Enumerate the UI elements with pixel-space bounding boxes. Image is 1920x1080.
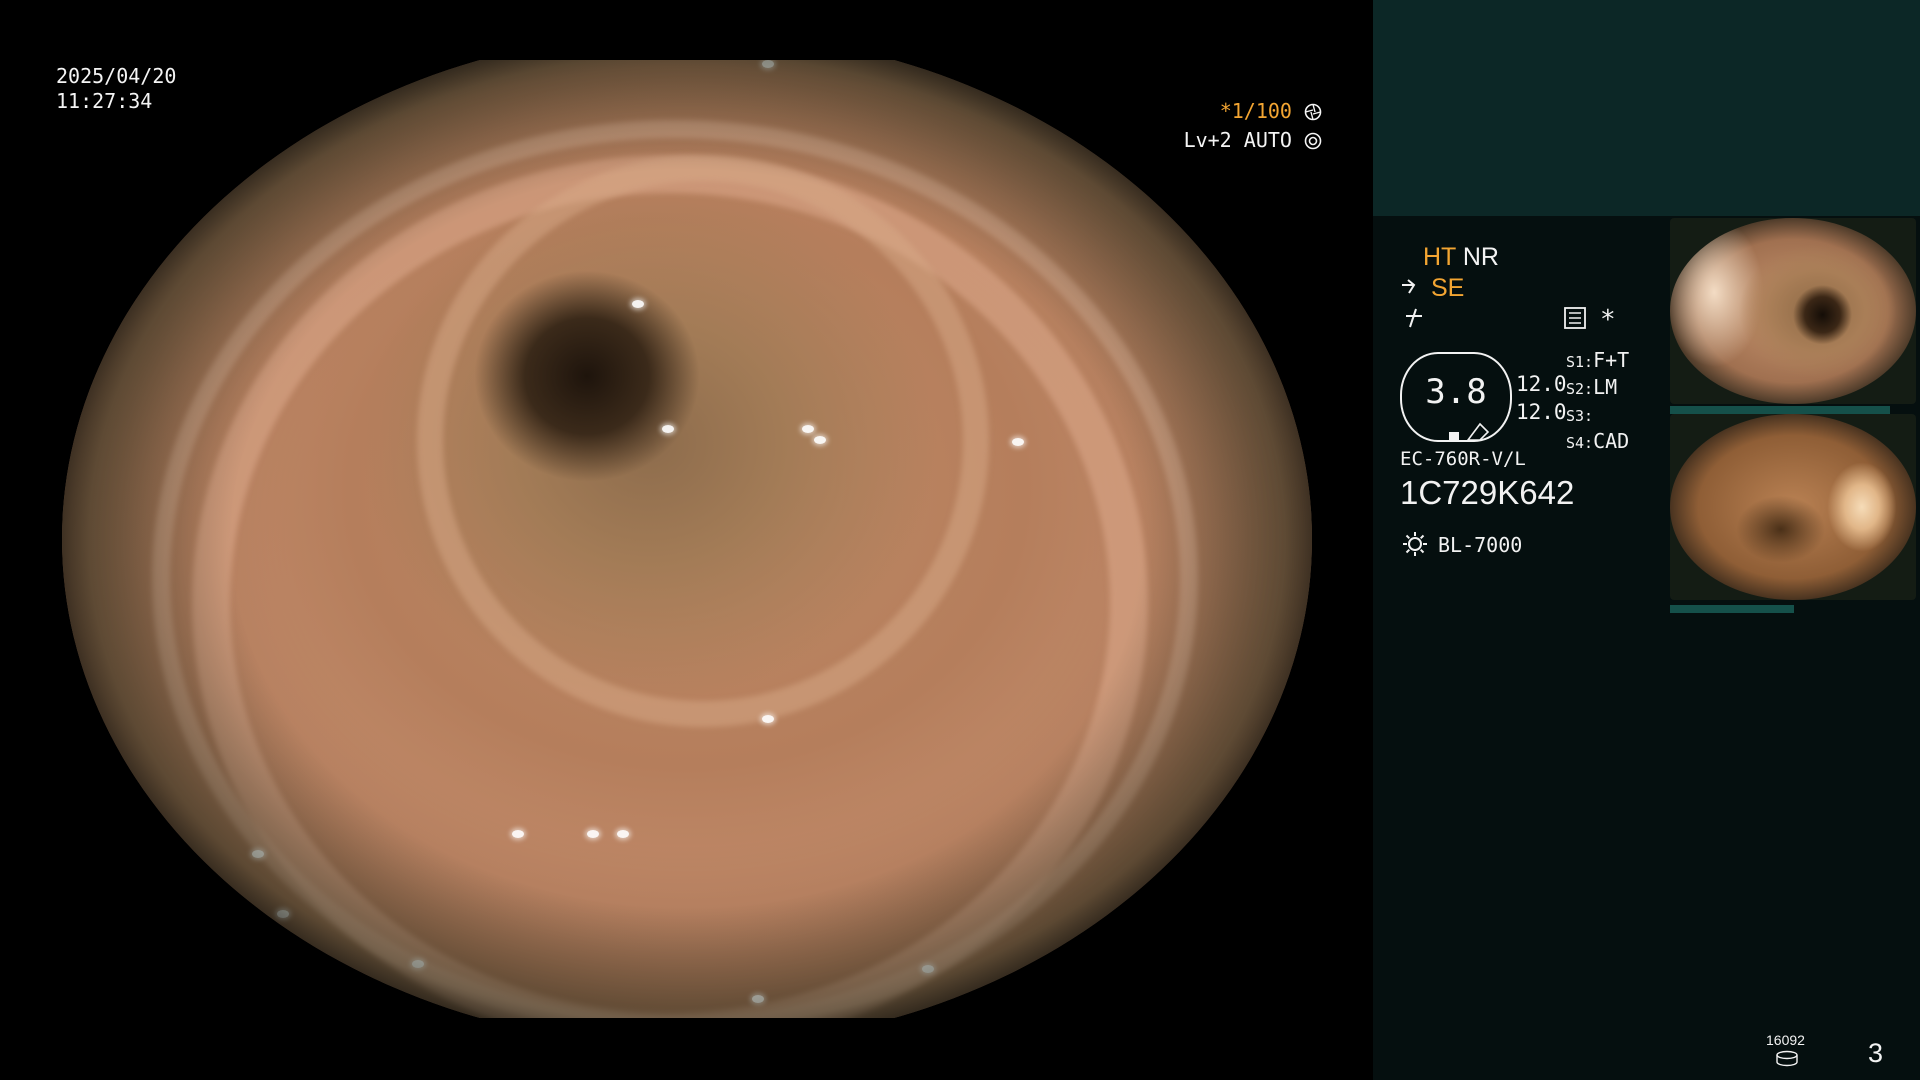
- panel-header: [1373, 0, 1920, 216]
- slash-icon: [1402, 306, 1426, 334]
- page-number: 3: [1868, 1038, 1884, 1068]
- level-value: Lv+2: [1183, 128, 1232, 152]
- capture-thumbnail-1[interactable]: [1670, 218, 1916, 404]
- switch-row: S2:LM: [1566, 375, 1618, 399]
- value-a: 12.0: [1516, 372, 1567, 396]
- gauge-needle-icon: [1466, 420, 1490, 446]
- switch-row: S1:F+T: [1566, 348, 1630, 372]
- mode-row: HT NR: [1423, 243, 1499, 272]
- scope-model: EC-760R-V/L: [1400, 448, 1526, 470]
- level-mode: AUTO: [1243, 128, 1292, 152]
- mode-se: SE: [1430, 274, 1465, 302]
- asterisk-marker: *: [1600, 305, 1616, 335]
- thumbnail-bar: [1670, 605, 1794, 613]
- value-b: 12.0: [1516, 400, 1567, 424]
- shutter-speed: *1/100: [1219, 99, 1292, 123]
- scope-angle-icon: [1400, 274, 1431, 302]
- disk-icon: [1775, 1050, 1799, 1072]
- shutter-readout: *1/100: [1190, 98, 1322, 124]
- switch-list: S1:F+T S2:LM S3: S4:CAD: [1566, 348, 1629, 456]
- endoscope-image: [62, 60, 1312, 1018]
- settings-list-icon: [1564, 307, 1586, 333]
- thumbnail-bar: [1670, 406, 1890, 414]
- mode-nr: NR: [1462, 243, 1499, 271]
- light-source: BL-7000: [1438, 533, 1523, 557]
- lamp-icon: [1401, 530, 1429, 562]
- se-row: SE: [1400, 274, 1464, 303]
- switch-row: S3:: [1566, 407, 1594, 425]
- ring-icon: [1304, 128, 1322, 152]
- switch-row: S4:CAD: [1566, 429, 1630, 453]
- image-counter: 16092: [1766, 1032, 1805, 1048]
- capture-thumbnail-2[interactable]: [1670, 414, 1916, 600]
- time-label: 11:27:34: [56, 89, 153, 113]
- image-vignette: [62, 60, 1312, 1018]
- mode-ht: HT: [1423, 243, 1456, 271]
- scope-serial: 1C729K642: [1400, 474, 1575, 511]
- date-label: 2025/04/20: [56, 64, 177, 88]
- level-readout: Lv+2 AUTO: [1180, 127, 1322, 153]
- aperture-icon: [1304, 99, 1322, 123]
- gauge-marker: [1449, 432, 1459, 440]
- gauge-value: 3.8: [1425, 372, 1487, 412]
